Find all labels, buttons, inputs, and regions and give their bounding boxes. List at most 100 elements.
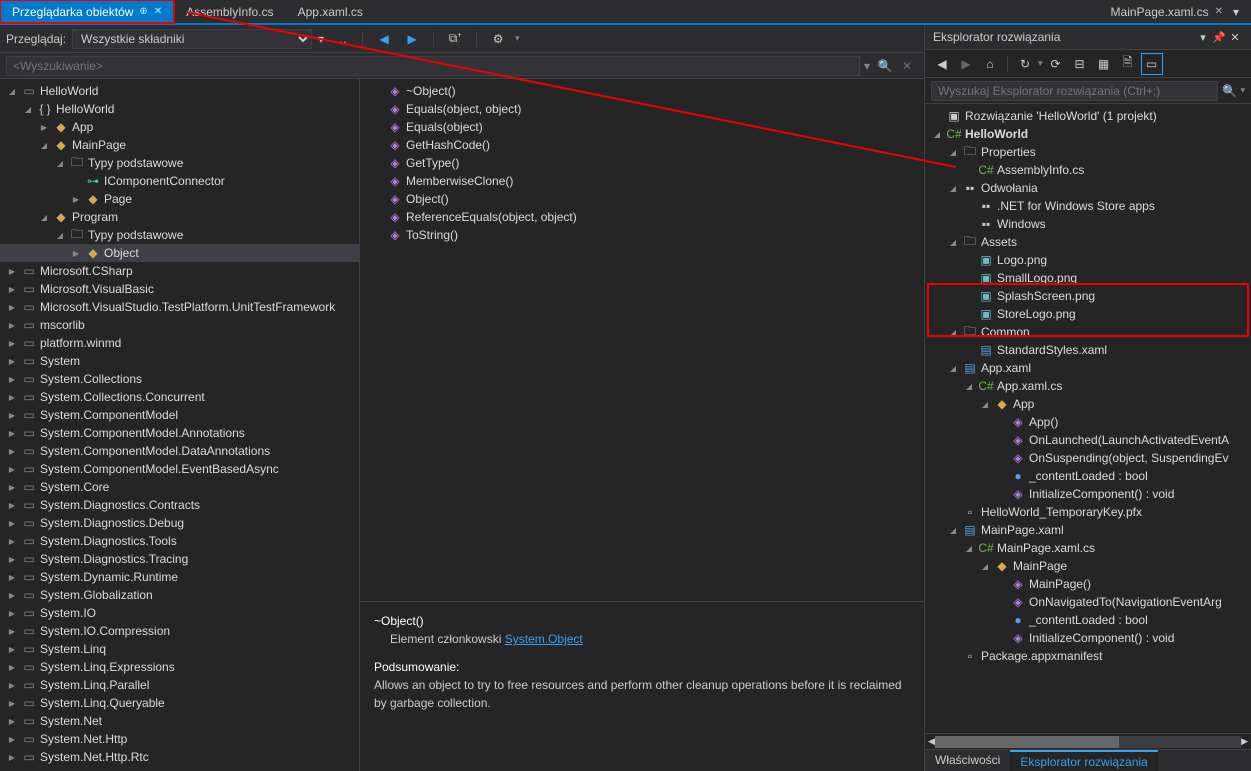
close-icon[interactable]: ✕ <box>154 6 162 17</box>
expand-icon[interactable] <box>947 326 959 338</box>
expand-icon[interactable] <box>6 373 18 385</box>
tree-node[interactable]: 🗀Properties <box>925 143 1251 161</box>
expand-icon[interactable] <box>6 751 18 763</box>
tree-node[interactable]: ▭System.Net.Http <box>0 730 359 748</box>
expand-icon[interactable] <box>947 236 959 248</box>
tree-node[interactable]: ◈App() <box>925 413 1251 431</box>
scroll-left-icon[interactable]: ◀ <box>928 736 935 747</box>
search-icon[interactable]: 🔍 <box>874 59 896 73</box>
expand-icon[interactable] <box>963 542 975 554</box>
tree-node[interactable]: ▭System.Dynamic.Runtime <box>0 568 359 586</box>
dropdown-icon[interactable]: ▾ <box>1233 5 1239 19</box>
tree-node[interactable]: ▭Microsoft.CSharp <box>0 262 359 280</box>
expand-icon[interactable] <box>70 247 82 259</box>
expand-icon[interactable] <box>6 445 18 457</box>
tree-node[interactable]: ◆App <box>925 395 1251 413</box>
pin-icon[interactable]: ⊕ <box>139 6 147 17</box>
expand-icon[interactable] <box>6 517 18 529</box>
expand-icon[interactable] <box>6 571 18 583</box>
tree-node[interactable]: ◈OnNavigatedTo(NavigationEventArg <box>925 593 1251 611</box>
tree-node[interactable]: 🗀Common <box>925 323 1251 341</box>
tree-node[interactable]: ▭System.IO.Compression <box>0 622 359 640</box>
tree-node[interactable]: ◆Program <box>0 208 359 226</box>
object-search-input[interactable] <box>6 56 860 76</box>
expand-icon[interactable] <box>38 139 50 151</box>
tree-node[interactable]: ◆MainPage <box>0 136 359 154</box>
tree-node[interactable]: ●_contentLoaded : bool <box>925 611 1251 629</box>
tree-node[interactable]: ▭mscorlib <box>0 316 359 334</box>
tree-node[interactable]: ▭System.Linq.Queryable <box>0 694 359 712</box>
tree-node[interactable]: ▭System.IO <box>0 604 359 622</box>
add-reference-icon[interactable]: ⧉⁺ <box>444 28 466 50</box>
back-icon[interactable]: ◀ <box>373 28 395 50</box>
expand-icon[interactable] <box>6 661 18 673</box>
expand-icon[interactable] <box>6 589 18 601</box>
tree-node[interactable]: ◈InitializeComponent() : void <box>925 629 1251 647</box>
tree-node[interactable]: ▭System.ComponentModel <box>0 406 359 424</box>
expand-icon[interactable] <box>963 380 975 392</box>
member-row[interactable]: ◈Equals(object, object) <box>360 100 924 118</box>
pin-icon[interactable]: 📌 <box>1211 31 1227 44</box>
tree-node[interactable]: ▭System.ComponentModel.DataAnnotations <box>0 442 359 460</box>
expand-icon[interactable] <box>70 193 82 205</box>
horizontal-scrollbar[interactable]: ◀ ▶ <box>925 733 1251 749</box>
tree-node[interactable]: ▭System.Net <box>0 712 359 730</box>
member-row[interactable]: ◈ReferenceEquals(object, object) <box>360 208 924 226</box>
member-row[interactable]: ◈~Object() <box>360 82 924 100</box>
expand-icon[interactable] <box>6 409 18 421</box>
member-row[interactable]: ◈Equals(object) <box>360 118 924 136</box>
tree-node[interactable]: ▣Rozwiązanie 'HelloWorld' (1 projekt) <box>925 107 1251 125</box>
bottom-tab-properties[interactable]: Właściwości <box>925 750 1010 771</box>
tree-node[interactable]: ▭System.Collections.Concurrent <box>0 388 359 406</box>
tree-node[interactable]: 🗀Assets <box>925 233 1251 251</box>
expand-icon[interactable] <box>947 146 959 158</box>
tree-node[interactable]: ▪▪Odwołania <box>925 179 1251 197</box>
dropdown-icon[interactable]: ▾ <box>864 59 870 73</box>
tree-node[interactable]: ⊶IComponentConnector <box>0 172 359 190</box>
expand-icon[interactable] <box>6 733 18 745</box>
tree-node[interactable]: ▭System.Core <box>0 478 359 496</box>
expand-icon[interactable] <box>947 524 959 536</box>
expand-icon[interactable] <box>6 499 18 511</box>
tree-node[interactable]: ▭Microsoft.VisualBasic <box>0 280 359 298</box>
member-row[interactable]: ◈Object() <box>360 190 924 208</box>
close-icon[interactable]: ✕ <box>1227 31 1243 44</box>
tree-node[interactable]: ◆MainPage <box>925 557 1251 575</box>
dropdown-icon[interactable]: ▾ <box>1240 85 1245 96</box>
expand-icon[interactable] <box>6 427 18 439</box>
tree-node[interactable]: ▭Microsoft.VisualStudio.TestPlatform.Uni… <box>0 298 359 316</box>
expand-icon[interactable] <box>6 643 18 655</box>
dropdown-icon[interactable]: ▾ <box>515 33 520 44</box>
tree-node[interactable]: ▭System <box>0 352 359 370</box>
member-row[interactable]: ◈GetHashCode() <box>360 136 924 154</box>
expand-icon[interactable] <box>6 265 18 277</box>
collapse-icon[interactable]: ⊟ <box>1069 53 1091 75</box>
expand-icon[interactable] <box>6 697 18 709</box>
bottom-tab-solution-explorer[interactable]: Eksplorator rozwiązania <box>1010 750 1157 771</box>
dropdown-icon[interactable]: ▾ <box>1038 58 1043 69</box>
tree-node[interactable]: ▭System.Net.Http.Rtc <box>0 748 359 766</box>
expand-icon[interactable] <box>947 182 959 194</box>
solution-tree[interactable]: ▣Rozwiązanie 'HelloWorld' (1 projekt)C#H… <box>925 104 1251 733</box>
expand-icon[interactable] <box>6 535 18 547</box>
tree-node[interactable]: ▣SplashScreen.png <box>925 287 1251 305</box>
object-tree[interactable]: ▭HelloWorld{ }HelloWorld◆App◆MainPage🗀Ty… <box>0 79 360 771</box>
tree-node[interactable]: ▪▪.NET for Windows Store apps <box>925 197 1251 215</box>
tree-node[interactable]: ▣SmallLogo.png <box>925 269 1251 287</box>
tree-node[interactable]: ▭System.ComponentModel.Annotations <box>0 424 359 442</box>
tree-node[interactable]: ▭System.Linq.Expressions <box>0 658 359 676</box>
tree-node[interactable]: ●_contentLoaded : bool <box>925 467 1251 485</box>
member-row[interactable]: ◈ToString() <box>360 226 924 244</box>
tab-object-browser[interactable]: Przeglądarka obiektów ⊕ ✕ <box>0 0 174 23</box>
expand-icon[interactable] <box>979 560 991 572</box>
expand-icon[interactable] <box>6 85 18 97</box>
tree-node[interactable]: ▭System.Diagnostics.Tracing <box>0 550 359 568</box>
tree-node[interactable]: C#AssemblyInfo.cs <box>925 161 1251 179</box>
tab-assemblyinfo[interactable]: AssemblyInfo.cs <box>174 0 285 23</box>
expand-icon[interactable] <box>6 715 18 727</box>
expand-icon[interactable] <box>6 337 18 349</box>
tree-node[interactable]: ▫HelloWorld_TemporaryKey.pfx <box>925 503 1251 521</box>
tree-node[interactable]: C#MainPage.xaml.cs <box>925 539 1251 557</box>
close-icon[interactable]: ✕ <box>1215 6 1223 17</box>
forward-icon[interactable]: ▶ <box>955 53 977 75</box>
